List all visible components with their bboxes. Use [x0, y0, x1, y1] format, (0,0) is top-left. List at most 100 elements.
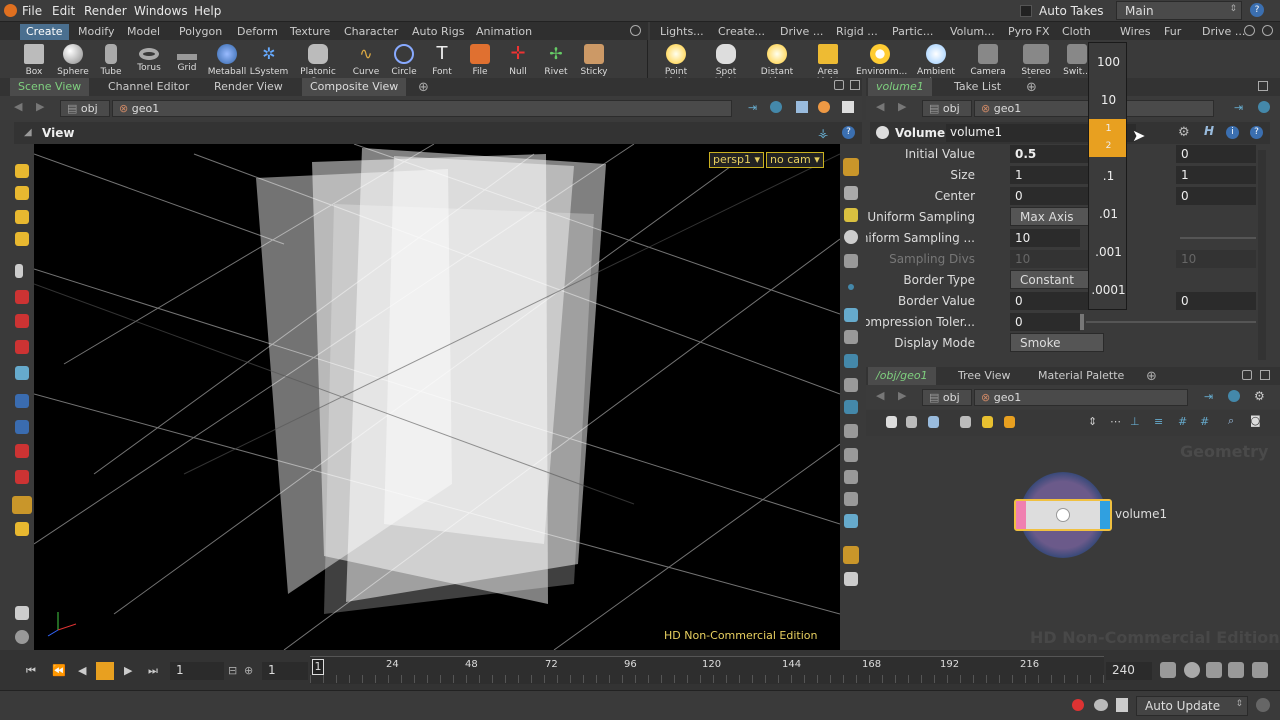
param-scrollbar[interactable]	[1258, 150, 1266, 360]
shelf-tab-wires[interactable]: Wires	[1114, 24, 1156, 40]
home-icon[interactable]	[844, 186, 858, 200]
shelf-tab-model[interactable]: Model	[121, 24, 166, 40]
normal-icon[interactable]	[844, 308, 858, 322]
shelf-tab-cloth[interactable]: Cloth	[1056, 24, 1097, 40]
play-icon[interactable]: ▶	[124, 664, 132, 677]
shelf-tab-modify[interactable]: Modify	[72, 24, 120, 40]
tool-camera[interactable]: Camera	[968, 42, 1008, 77]
back-arrow-icon[interactable]: ◀	[876, 100, 884, 113]
link-icon[interactable]	[1258, 101, 1270, 113]
shelf-tab-character[interactable]: Character	[338, 24, 404, 40]
sphere-display-icon[interactable]	[844, 230, 858, 244]
help-icon[interactable]: ?	[1250, 3, 1264, 17]
grid-snap-icon[interactable]: #	[1178, 415, 1187, 428]
tool-metaball[interactable]: Metaball	[207, 42, 247, 77]
shelf-tab-deform[interactable]: Deform	[231, 24, 284, 40]
shelf-tab-animation[interactable]: Animation	[470, 24, 538, 40]
desktop-select[interactable]: Main ⇕	[1116, 1, 1242, 20]
param-path-obj[interactable]: ▤ obj	[922, 100, 972, 117]
uniform-divs-field[interactable]: 10	[1010, 229, 1080, 247]
collapse-icon[interactable]: ◢	[24, 127, 32, 138]
ladder-step-0-001[interactable]: .001	[1089, 245, 1128, 259]
compression-slider-handle[interactable]	[1080, 314, 1084, 330]
ladder-step-0-1[interactable]: .1	[1089, 169, 1128, 183]
tool-box[interactable]: Box	[14, 42, 54, 77]
grid-mode-icon[interactable]	[928, 416, 939, 428]
shelf-tab-drive2[interactable]: Drive ...	[1196, 24, 1251, 40]
layout-nodes-icon[interactable]	[960, 416, 971, 428]
back-arrow-icon[interactable]: ◀	[14, 100, 22, 113]
maximize-icon[interactable]	[850, 80, 860, 90]
gear-icon[interactable]: ⚙	[1178, 125, 1190, 140]
audio-icon[interactable]	[1206, 662, 1222, 678]
initial-value-field-3[interactable]: 0	[1176, 145, 1256, 163]
start-frame-field[interactable]: 1	[262, 662, 308, 680]
menu-help[interactable]: Help	[194, 4, 221, 18]
tab-composite-view[interactable]: Composite View	[302, 78, 407, 96]
display-icon[interactable]	[796, 101, 808, 113]
shelf-tab-lights[interactable]: Lights...	[654, 24, 710, 40]
jump-start-icon[interactable]: ⏮	[26, 664, 36, 678]
node-volume1[interactable]	[1014, 499, 1112, 531]
shelf-tab-drive1[interactable]: Drive ...	[774, 24, 829, 40]
snap-red-icon[interactable]	[15, 470, 29, 484]
render-region-icon[interactable]	[844, 514, 858, 528]
tab-take-list[interactable]: Take List	[946, 78, 1009, 96]
shelf-tab-create[interactable]: Create	[20, 24, 69, 40]
center-x-field[interactable]: 0	[1010, 187, 1090, 205]
updown-icon[interactable]: ⇕	[1088, 415, 1097, 428]
viewport[interactable]: persp1 ▾ no cam ▾ HD Non-Commercial Edit…	[34, 144, 840, 650]
align-icon[interactable]: ≡	[1154, 415, 1163, 428]
magnet-tool-icon[interactable]	[15, 394, 29, 408]
display-mode-menu[interactable]: Smoke	[1010, 333, 1104, 352]
ladder-step-100[interactable]: 100	[1089, 55, 1128, 69]
camera-display-icon[interactable]	[844, 572, 858, 586]
uniform-divs-slider[interactable]	[1180, 237, 1256, 239]
display-options-icon[interactable]	[15, 630, 29, 644]
tool-sticky[interactable]: Sticky	[574, 42, 614, 77]
add-tab-icon[interactable]: ⊕	[1026, 80, 1037, 95]
uv-icon[interactable]	[844, 378, 858, 392]
network-editor[interactable]: Geometry volume1 HD Non-Commercial Editi…	[866, 436, 1280, 649]
step-back-icon[interactable]: ⏪	[52, 664, 66, 677]
global-options-icon[interactable]	[1252, 662, 1268, 678]
tool-file[interactable]: File	[460, 42, 500, 77]
tab-render-view[interactable]: Render View	[206, 78, 291, 96]
point-icon[interactable]	[848, 284, 854, 290]
auto-update-select[interactable]: Auto Update ⇕	[1136, 696, 1248, 716]
ladder-step-1[interactable]: 1	[1089, 123, 1128, 134]
tree-icon[interactable]: ⊥	[1130, 415, 1140, 428]
brush-tool-icon[interactable]	[15, 340, 29, 354]
sticky-note-icon[interactable]	[982, 416, 993, 428]
display-shaded-icon[interactable]	[843, 158, 859, 176]
frame-marker[interactable]: 1	[312, 659, 324, 675]
ladder-step-10[interactable]: 10	[1089, 93, 1128, 107]
ladder-step-0-01[interactable]: .01	[1089, 207, 1128, 221]
curve-display-icon[interactable]	[844, 400, 858, 414]
pose-tool-icon[interactable]	[15, 314, 29, 328]
tool-font[interactable]: T Font	[422, 42, 462, 78]
vector-icon[interactable]	[844, 354, 858, 368]
zoom-icon[interactable]: ⌕	[1228, 414, 1234, 428]
tool-tube[interactable]: Tube	[91, 42, 131, 77]
no-cam-menu[interactable]: no cam ▾	[766, 152, 824, 168]
status-menu-icon[interactable]	[1256, 698, 1270, 712]
shelf-tab-create2[interactable]: Create...	[712, 24, 771, 40]
add-tab-icon[interactable]: ⊕	[418, 80, 429, 95]
bake-icon[interactable]	[844, 448, 858, 462]
ghost-icon[interactable]	[844, 254, 858, 268]
snap-tool-icon[interactable]	[15, 420, 29, 434]
maximize-icon[interactable]	[1260, 370, 1270, 380]
border-value-field-3[interactable]: 0	[1176, 292, 1256, 310]
ladder-step-0-0001[interactable]: .0001	[1089, 283, 1128, 297]
pin-icon[interactable]: ⇥	[748, 101, 757, 114]
compression-slider[interactable]	[1086, 321, 1256, 323]
maximize-icon[interactable]	[1258, 81, 1268, 91]
value-ladder[interactable]: 100 10 1 2 .1 .01 .001 .0001	[1088, 42, 1127, 310]
path-obj[interactable]: ▤ obj	[60, 100, 110, 117]
uniform-sampling-menu[interactable]: Max Axis	[1010, 207, 1090, 226]
tool-grid[interactable]: Grid	[167, 42, 207, 73]
error-icon[interactable]	[1072, 699, 1084, 711]
network-path-geo1[interactable]: ⊗ geo1	[974, 389, 1188, 406]
list-mode-icon[interactable]	[886, 416, 897, 428]
